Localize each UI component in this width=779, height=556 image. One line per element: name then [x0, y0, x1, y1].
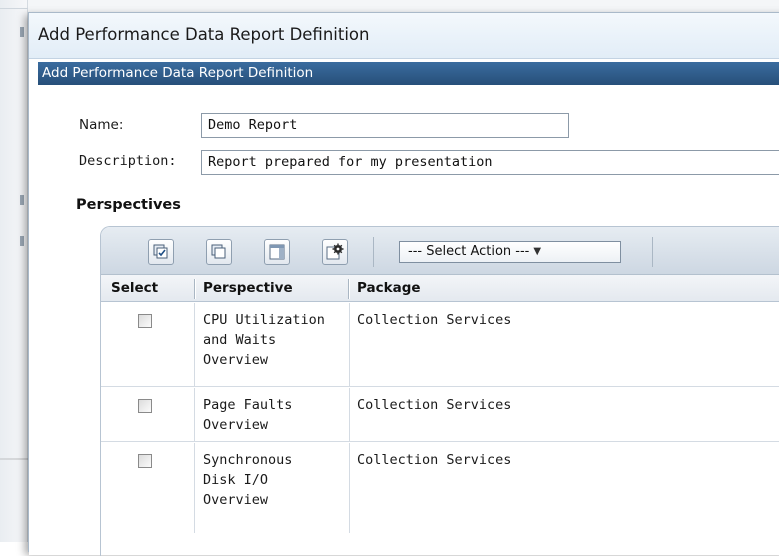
columns-icon — [269, 244, 285, 260]
background-sidebar — [0, 0, 28, 542]
background-tick — [20, 27, 24, 37]
background-tick — [20, 195, 24, 205]
perspectives-table: --- Select Action --- ▼ Select Perspectiv… — [100, 226, 779, 556]
row-select-checkbox[interactable] — [138, 314, 152, 328]
column-divider — [194, 279, 196, 299]
row-select-checkbox[interactable] — [138, 454, 152, 468]
deselect-all-icon — [211, 244, 226, 259]
perspective-cell: Synchronous Disk I/O Overview — [203, 452, 293, 508]
cell-divider — [194, 388, 195, 442]
package-cell: Collection Services — [357, 312, 512, 328]
column-header-package[interactable]: Package — [357, 275, 421, 302]
select-action-label: --- Select Action --- — [408, 244, 530, 259]
description-label: Description: — [79, 153, 177, 169]
cell-divider — [349, 303, 350, 387]
cell-divider — [349, 388, 350, 442]
name-label: Name: — [79, 117, 124, 133]
background-tick — [20, 236, 24, 246]
dialog-subtitle-bar: Add Performance Data Report Definition — [38, 62, 779, 85]
package-cell: Collection Services — [357, 452, 512, 468]
package-cell: Collection Services — [357, 397, 512, 413]
chevron-down-icon: ▼ — [533, 246, 542, 257]
column-divider — [348, 279, 350, 299]
row-select-checkbox[interactable] — [138, 399, 152, 413]
description-input[interactable]: Report prepared for my presentation — [201, 150, 779, 175]
background-divider — [0, 8, 28, 9]
dialog-title: Add Performance Data Report Definition — [29, 13, 779, 59]
perspective-cell: CPU Utilization and Waits Overview — [203, 312, 325, 368]
deselect-all-button[interactable] — [206, 239, 232, 265]
name-input[interactable]: Demo Report — [201, 113, 569, 138]
cell-divider — [349, 443, 350, 533]
cell-divider — [194, 443, 195, 533]
report-definition-dialog: Add Performance Data Report Definition A… — [28, 12, 779, 556]
perspectives-heading: Perspectives — [76, 197, 181, 213]
toolbar-separator — [652, 237, 653, 267]
select-action-dropdown[interactable]: --- Select Action --- ▼ — [399, 241, 621, 263]
select-all-icon — [153, 244, 168, 259]
dialog-content: Name: Demo Report Description: Report pr… — [29, 85, 779, 556]
perspective-cell: Page Faults Overview — [203, 397, 293, 433]
table-row[interactable]: CPU Utilization and Waits Overview Colle… — [101, 303, 779, 387]
table-settings-icon — [326, 243, 344, 260]
columns-button[interactable] — [264, 239, 290, 265]
table-toolbar: --- Select Action --- ▼ — [101, 227, 779, 275]
table-header-row: Select Perspective Package — [101, 275, 779, 302]
table-row[interactable]: Synchronous Disk I/O Overview Collection… — [101, 443, 779, 533]
cell-divider — [194, 303, 195, 387]
table-row[interactable]: Page Faults Overview Collection Services — [101, 388, 779, 442]
select-all-button[interactable] — [148, 239, 174, 265]
table-settings-button[interactable] — [322, 239, 348, 265]
column-header-perspective[interactable]: Perspective — [203, 275, 293, 302]
toolbar-separator — [373, 237, 374, 267]
column-header-select[interactable]: Select — [111, 275, 158, 302]
